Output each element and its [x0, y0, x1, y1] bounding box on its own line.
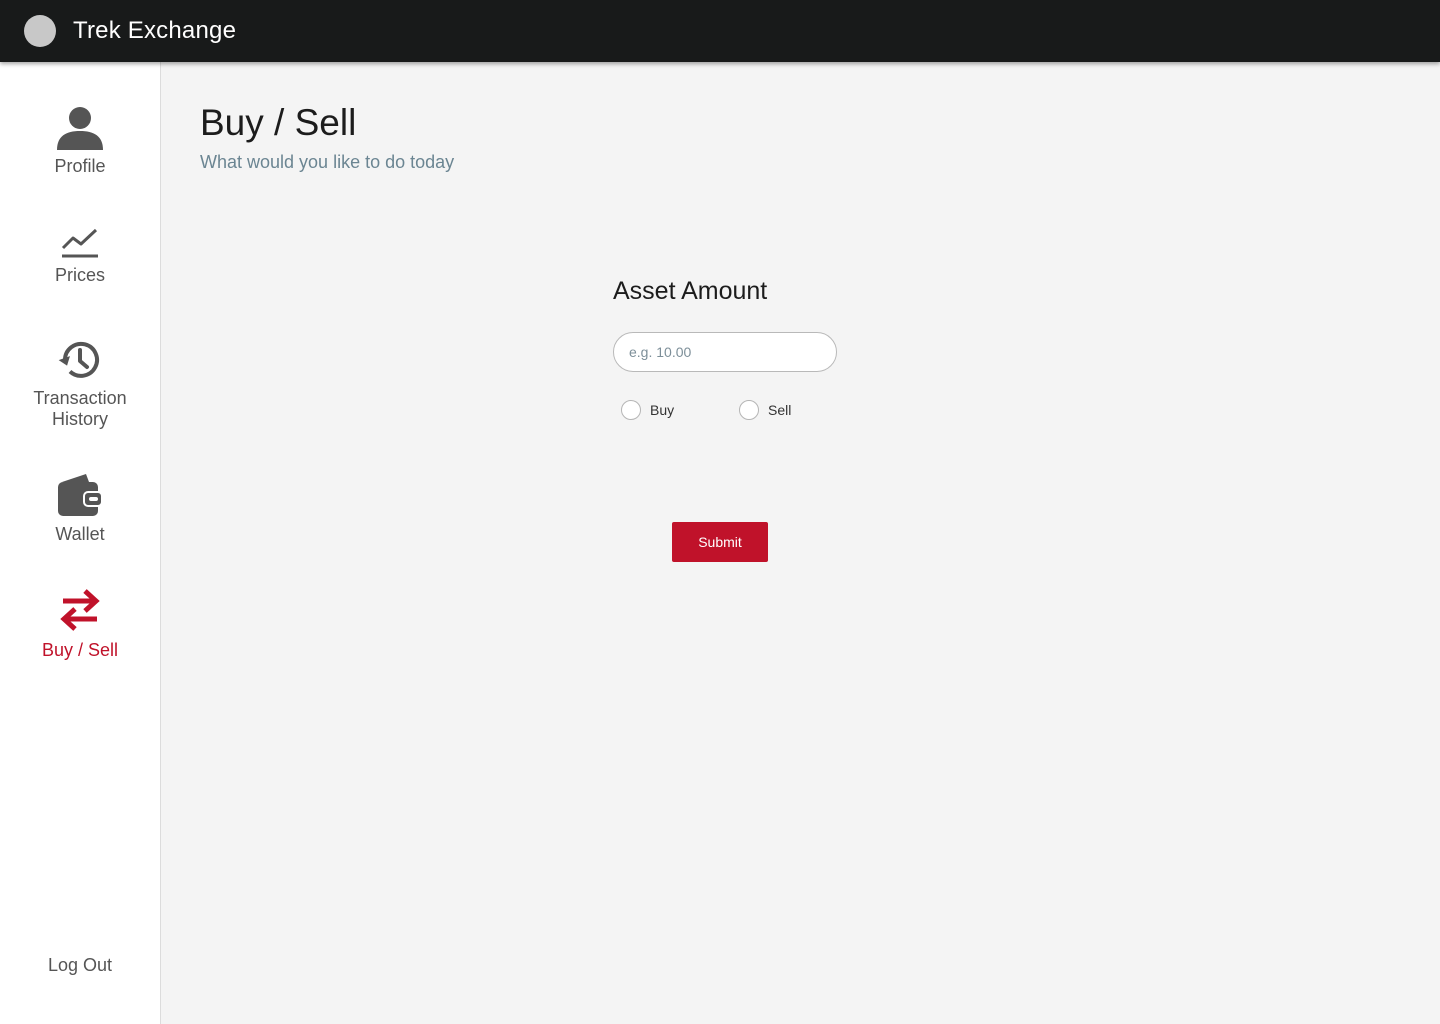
sidebar-item-label: Transaction History [33, 388, 127, 429]
sidebar-item-transaction-history[interactable]: Transaction History [0, 338, 160, 430]
radio-buy[interactable]: Buy [621, 400, 674, 420]
asset-amount-label: Asset Amount [613, 277, 768, 305]
radio-sell-label: Sell [768, 402, 792, 418]
radio-buy-circle[interactable] [621, 400, 641, 420]
sidebar-item-prices[interactable]: Prices [0, 226, 160, 286]
submit-button[interactable]: Submit [672, 522, 768, 562]
radio-sell[interactable]: Sell [739, 400, 791, 420]
logo-icon [24, 15, 56, 47]
page-subtitle: What would you like to do today [200, 152, 455, 172]
sidebar-item-label: Buy / Sell [41, 640, 119, 660]
history-icon [58, 341, 99, 378]
sidebar: Profile Prices Transaction History Walle… [0, 62, 161, 1024]
wallet-icon [58, 474, 103, 516]
sidebar-item-label: Profile [54, 156, 106, 176]
sidebar-item-label: Prices [54, 265, 105, 285]
main-content: Buy / Sell What would you like to do tod… [161, 62, 1440, 1024]
asset-amount-input[interactable] [613, 332, 837, 372]
sidebar-item-wallet[interactable]: Wallet [0, 472, 160, 545]
radio-buy-label: Buy [650, 402, 675, 418]
chart-line-icon [61, 228, 98, 258]
top-bar: Trek Exchange [0, 0, 1440, 62]
radio-sell-circle[interactable] [739, 400, 759, 420]
exchange-icon [60, 589, 100, 631]
sidebar-item-label: Wallet [55, 524, 105, 544]
user-icon [57, 107, 103, 150]
sidebar-item-buy-sell[interactable]: Buy / Sell [0, 586, 160, 661]
sidebar-item-profile[interactable]: Profile [0, 104, 160, 177]
app-title: Trek Exchange [73, 17, 237, 44]
logout-link[interactable]: Log Out [0, 955, 160, 976]
page-title: Buy / Sell [200, 102, 357, 143]
